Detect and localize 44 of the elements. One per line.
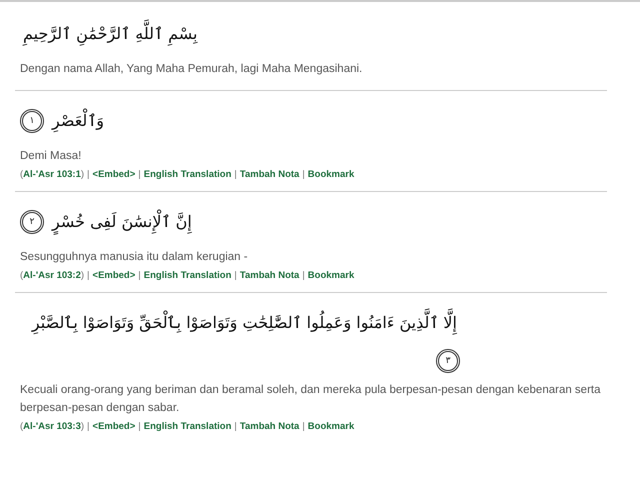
translation-text: Kecuali orang-orang yang beriman dan beramal soleh, dan mereka pula berpesan-pesan dengan kebenaran serta berpesan-pesan dengan sabar.: [20, 383, 602, 416]
action-link[interactable]: Tambah Nota: [240, 270, 300, 281]
paren-text: ): [80, 270, 84, 281]
action-link[interactable]: Bookmark: [308, 270, 354, 281]
arabic-verse: إِنَّ ٱلْإِنسَٰنَ لَفِى خُسْرٍ: [49, 204, 195, 240]
verse-reference-link[interactable]: Al-'Asr 103:1: [23, 169, 81, 180]
action-link[interactable]: English Translation: [144, 270, 232, 281]
separator-text: |: [302, 270, 305, 281]
separator-text: |: [234, 270, 237, 281]
action-link[interactable]: Bookmark: [308, 169, 354, 180]
separator-text: |: [138, 169, 141, 180]
action-link[interactable]: <Embed>: [92, 169, 136, 180]
action-link[interactable]: Tambah Nota: [240, 169, 300, 180]
action-link[interactable]: Tambah Nota: [240, 421, 300, 432]
verse-number-marker: ٢: [20, 210, 44, 234]
arabic-verse: وَٱلْعَصْرِ: [49, 103, 108, 139]
separator-text: |: [138, 270, 141, 281]
paren-text: (: [20, 421, 24, 432]
separator-text: |: [87, 169, 90, 180]
separator-text: |: [234, 421, 237, 432]
verse-number-marker: ٣: [436, 349, 460, 373]
arabic-verse: إِلَّا ٱلَّذِينَ ءَامَنُوا وَعَمِلُوا ٱلصَّٰلِحَٰتِ وَتَوَاصَوْا بِٱلْحَقِّ وَتَوَاصَوْا بِٱلصَّبْرِ: [28, 305, 460, 341]
arabic-verse: بِسْمِ ٱللَّهِ ٱلرَّحْمَٰنِ ٱلرَّحِيمِ: [20, 16, 200, 52]
translation-text: Demi Masa!: [20, 149, 82, 164]
translation-text: Dengan nama Allah, Yang Maha Pemurah, lagi Maha Mengasihani.: [20, 62, 364, 77]
action-link[interactable]: English Translation: [144, 421, 232, 432]
verse-reference-link[interactable]: Al-'Asr 103:3: [23, 421, 81, 432]
separator-text: |: [234, 169, 237, 180]
separator-text: |: [302, 169, 305, 180]
verse-reference-link[interactable]: Al-'Asr 103:2: [23, 270, 81, 281]
separator-text: |: [87, 421, 90, 432]
separator-text: |: [87, 270, 90, 281]
paren-text: ): [80, 169, 84, 180]
separator-text: |: [302, 421, 305, 432]
separator-text: |: [138, 421, 141, 432]
action-link[interactable]: Bookmark: [308, 421, 354, 432]
paren-text: (: [20, 169, 24, 180]
action-link[interactable]: <Embed>: [92, 270, 136, 281]
action-link[interactable]: <Embed>: [92, 421, 136, 432]
action-link[interactable]: English Translation: [144, 169, 232, 180]
verse-number-marker: ١: [20, 109, 44, 133]
paren-text: ): [80, 421, 84, 432]
translation-text: Sesungguhnya manusia itu dalam kerugian -: [20, 250, 249, 265]
paren-text: (: [20, 270, 24, 281]
